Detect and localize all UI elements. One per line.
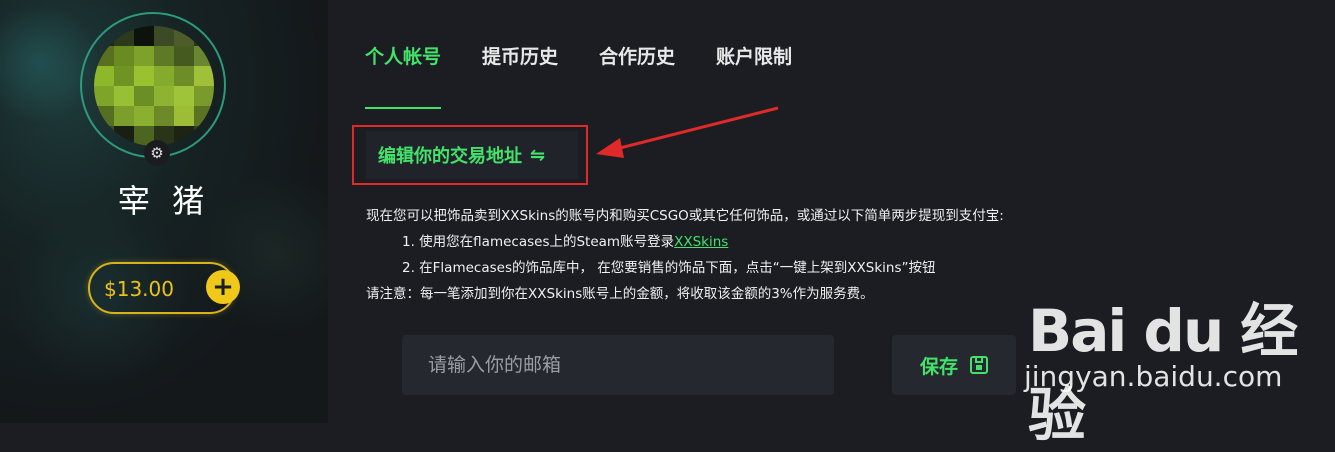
tab-partner-history[interactable]: 合作历史: [599, 42, 675, 69]
tab-account-limits[interactable]: 账户限制: [716, 42, 792, 69]
account-tabs: 个人帐号 提币历史 合作历史 账户限制: [365, 42, 833, 69]
profile-sidebar: ⚙ 宰 猪 $13.00 +: [0, 0, 328, 423]
steam-icon: ⚙: [144, 140, 170, 166]
username: 宰 猪: [117, 182, 211, 220]
annotation-highlight-box: 编辑你的交易地址 ⇋: [352, 125, 588, 185]
avatar[interactable]: ⚙: [80, 12, 230, 166]
email-input[interactable]: [402, 335, 834, 395]
xxskins-link[interactable]: XXSkins: [674, 234, 728, 250]
instructions-intro: 现在您可以把饰品卖到XXSkins的账号内和购买CSGO或其它任何饰品，或通过以…: [366, 208, 1004, 224]
baidu-watermark: Bai du 经验 jingyan.baidu.com: [1020, 278, 1330, 449]
save-icon: [970, 356, 988, 374]
save-label: 保存: [919, 355, 958, 378]
avatar-image: [94, 26, 214, 146]
service-fee-note: 请注意：每一笔添加到你在XXSkins账号上的金额，将收取该金额的3%作为服务费…: [366, 286, 874, 302]
active-tab-indicator: [365, 107, 441, 109]
edit-trade-url-label: 编辑你的交易地址: [378, 146, 522, 167]
add-funds-button[interactable]: +: [206, 270, 240, 304]
instructions-step-2: 2. 在Flamecases的饰品库中， 在您要销售的饰品下面，点击“一键上架到…: [402, 260, 936, 276]
annotation-arrow: [596, 106, 779, 158]
edit-trade-url-button[interactable]: 编辑你的交易地址 ⇋: [366, 131, 578, 179]
tab-withdraw-history[interactable]: 提币历史: [482, 42, 558, 69]
balance-value: $13.00: [104, 277, 174, 301]
balance-pill: $13.00 +: [88, 262, 240, 314]
save-button[interactable]: 保存: [892, 335, 1016, 395]
step-1-text: 1. 使用您在flamecases上的Steam账号登录: [402, 234, 675, 250]
instructions: 现在您可以把饰品卖到XXSkins的账号内和购买CSGO或其它任何饰品，或通过以…: [366, 203, 1004, 307]
watermark-url: jingyan.baidu.com: [1024, 360, 1283, 393]
tab-personal-account[interactable]: 个人帐号: [365, 42, 441, 69]
instructions-step-1: 1. 使用您在flamecases上的Steam账号登录XXSkins: [366, 229, 1004, 255]
swap-icon: ⇋: [530, 144, 546, 166]
